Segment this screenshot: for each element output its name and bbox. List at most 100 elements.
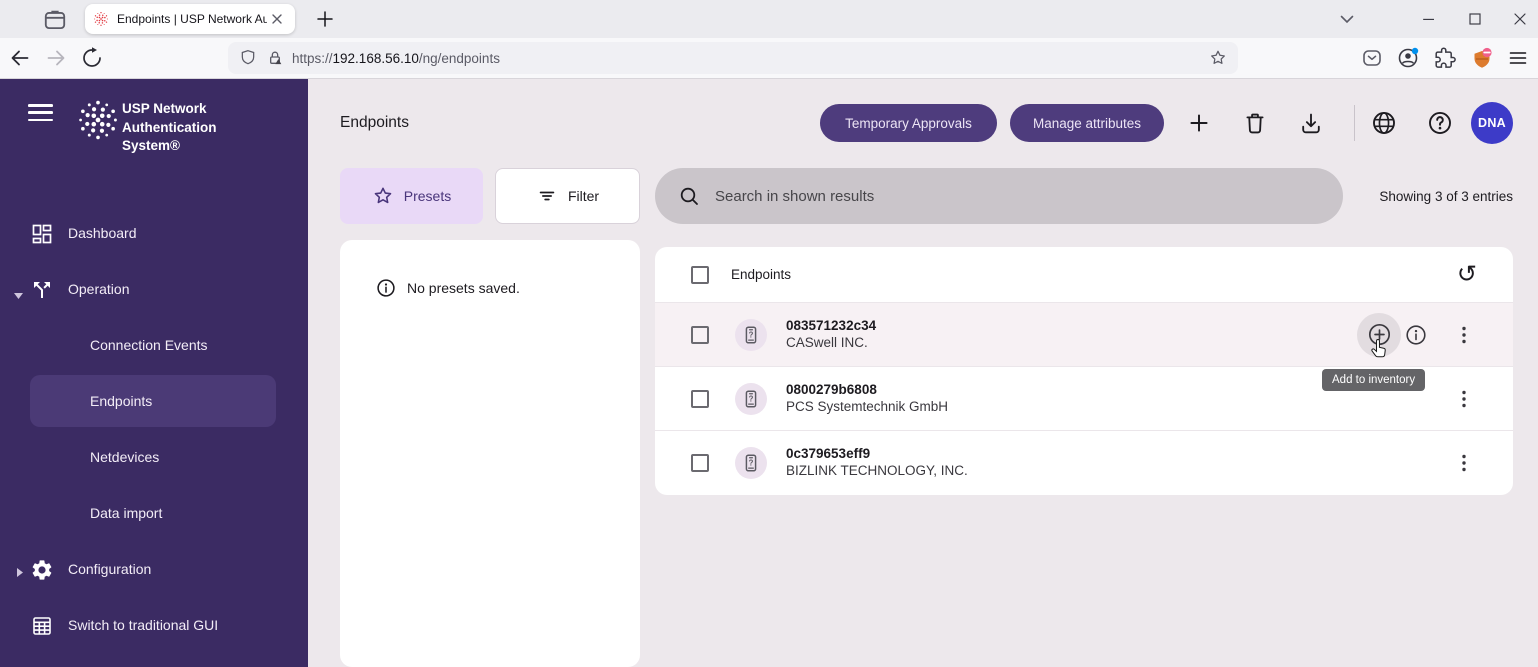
url-path: /ng/endpoints	[419, 51, 500, 66]
firefox-view-icon[interactable]	[42, 7, 68, 31]
filter-label: Filter	[568, 188, 599, 204]
sidebar-selected-highlight	[30, 375, 276, 427]
endpoint-vendor: CASwell INC.	[786, 334, 876, 351]
chevron-down-icon[interactable]	[14, 286, 23, 304]
reload-icon[interactable]	[80, 46, 104, 70]
results-summary: Showing 3 of 3 entries	[1379, 189, 1513, 204]
endpoint-mac: 0800279b6808	[786, 381, 948, 398]
browser-tab-bar: Endpoints | USP Network Authe	[0, 0, 1538, 38]
delete-icon[interactable]	[1238, 106, 1272, 140]
chevron-right-icon[interactable]	[17, 564, 23, 582]
sidebar: USP Network Authentication System® Dashb…	[0, 79, 308, 667]
row-menu-kebab-icon[interactable]	[1452, 323, 1476, 347]
traditional-gui-icon	[30, 614, 54, 638]
screen: Endpoints | USP Network Authe	[0, 0, 1538, 667]
brand-title: USP Network Authentication System®	[122, 100, 247, 156]
divider	[1354, 105, 1355, 141]
site-favicon-icon	[93, 11, 109, 27]
sidebar-item-switch-traditional-gui[interactable]: Switch to traditional GUI	[68, 617, 218, 633]
menu-hamburger-icon[interactable]	[1506, 46, 1530, 70]
tab-close-icon[interactable]	[269, 11, 285, 27]
search-input[interactable]	[715, 188, 1331, 205]
sidebar-item-data-import[interactable]: Data import	[90, 505, 162, 521]
back-icon[interactable]	[8, 46, 32, 70]
row-menu-kebab-icon[interactable]	[1452, 451, 1476, 475]
refresh-icon[interactable]: ↺	[1457, 263, 1477, 287]
search-icon	[677, 184, 701, 208]
presets-empty-message: No presets saved.	[375, 277, 520, 299]
download-icon[interactable]	[1294, 106, 1328, 140]
svg-text:?: ?	[749, 459, 754, 468]
row-checkbox[interactable]	[691, 326, 709, 344]
table-row[interactable]: ? 0c379653eff9 BIZLINK TECHNOLOGY, INC.	[655, 431, 1513, 495]
unknown-device-icon: ?	[735, 383, 767, 415]
presets-label: Presets	[404, 188, 451, 204]
presets-empty-text: No presets saved.	[407, 280, 520, 296]
table-header-row: Endpoints ↺	[655, 247, 1513, 303]
row-menu-kebab-icon[interactable]	[1452, 387, 1476, 411]
adblocker-extension-icon[interactable]	[1470, 46, 1494, 70]
brand-logo-icon	[76, 98, 120, 142]
browser-toolbar: https://192.168.56.10/ng/endpoints	[0, 38, 1538, 79]
manage-attributes-button[interactable]: Manage attributes	[1010, 104, 1164, 142]
endpoint-vendor: BIZLINK TECHNOLOGY, INC.	[786, 462, 968, 479]
unknown-device-icon: ?	[735, 319, 767, 351]
pocket-icon[interactable]	[1360, 46, 1384, 70]
bookmark-star-icon[interactable]	[1208, 48, 1228, 68]
operation-split-icon	[30, 278, 54, 302]
lock-warning-icon[interactable]	[265, 48, 285, 68]
help-icon[interactable]	[1423, 106, 1457, 140]
unknown-device-icon: ?	[735, 447, 767, 479]
sidebar-item-operation[interactable]: Operation	[68, 281, 129, 297]
tracking-shield-icon[interactable]	[238, 48, 258, 68]
browser-tab[interactable]: Endpoints | USP Network Authe	[85, 4, 295, 34]
url-host: 192.168.56.10	[333, 51, 419, 66]
dashboard-icon	[30, 222, 54, 246]
temporary-approvals-button[interactable]: Temporary Approvals	[820, 104, 997, 142]
row-checkbox[interactable]	[691, 454, 709, 472]
sidebar-menu-icon[interactable]	[28, 104, 53, 122]
search-bar[interactable]	[655, 168, 1343, 224]
url-scheme: https://	[292, 51, 333, 66]
info-icon	[375, 277, 397, 299]
new-tab-button[interactable]	[315, 9, 335, 29]
select-all-checkbox[interactable]	[691, 266, 709, 284]
account-icon[interactable]	[1396, 46, 1420, 70]
svg-text:?: ?	[749, 330, 754, 339]
svg-text:?: ?	[749, 394, 754, 403]
filter-icon	[536, 185, 558, 207]
add-icon[interactable]	[1182, 106, 1216, 140]
gear-icon	[30, 558, 54, 582]
forward-icon[interactable]	[44, 46, 68, 70]
tooltip: Add to inventory	[1322, 369, 1425, 391]
details-info-icon[interactable]	[1404, 323, 1428, 347]
table-header-label: Endpoints	[731, 267, 791, 282]
main-content: Endpoints Temporary Approvals Manage att…	[308, 79, 1538, 667]
tab-title: Endpoints | USP Network Authe	[117, 12, 267, 26]
globe-icon[interactable]	[1367, 106, 1401, 140]
window-close-button[interactable]	[1506, 7, 1534, 31]
sidebar-item-netdevices[interactable]: Netdevices	[90, 449, 159, 465]
endpoint-mac: 0c379653eff9	[786, 445, 968, 462]
endpoint-mac: 083571232c34	[786, 317, 876, 334]
sidebar-item-dashboard[interactable]: Dashboard	[68, 225, 137, 241]
extensions-puzzle-icon[interactable]	[1433, 46, 1457, 70]
page-title: Endpoints	[340, 114, 409, 132]
window-maximize-button[interactable]	[1461, 7, 1489, 31]
endpoint-vendor: PCS Systemtechnik GmbH	[786, 398, 948, 415]
sidebar-item-configuration[interactable]: Configuration	[68, 561, 151, 577]
presets-star-icon	[372, 185, 394, 207]
presets-panel: No presets saved.	[340, 240, 640, 667]
presets-button[interactable]: Presets	[340, 168, 483, 224]
sidebar-item-endpoints[interactable]: Endpoints	[90, 393, 152, 409]
sidebar-item-connection-events[interactable]: Connection Events	[90, 337, 208, 353]
hand-cursor-icon	[1368, 338, 1390, 362]
app-window: USP Network Authentication System® Dashb…	[0, 79, 1538, 667]
row-checkbox[interactable]	[691, 390, 709, 408]
filter-button[interactable]: Filter	[495, 168, 640, 224]
url-text: https://192.168.56.10/ng/endpoints	[292, 51, 1208, 66]
user-avatar[interactable]: DNA	[1471, 102, 1513, 144]
url-bar[interactable]: https://192.168.56.10/ng/endpoints	[228, 42, 1238, 74]
list-tabs-icon[interactable]	[1336, 8, 1358, 30]
window-minimize-button[interactable]	[1415, 7, 1443, 31]
